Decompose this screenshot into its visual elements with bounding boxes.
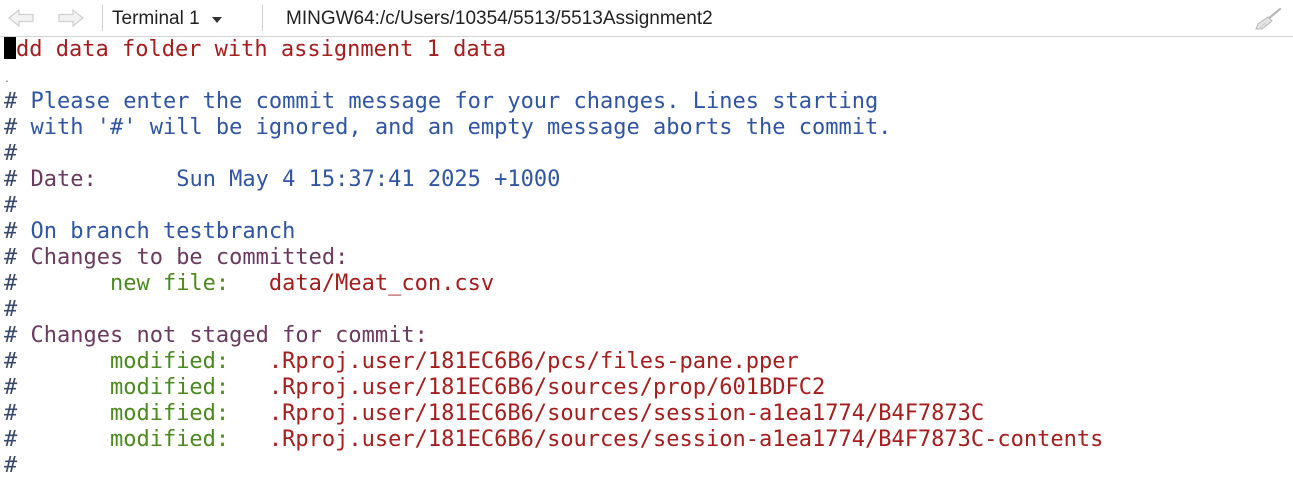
clear-terminal-button[interactable] (1253, 7, 1283, 31)
broom-icon (1255, 7, 1282, 30)
modified-file-line: # modified: .Rproj.user/181EC6B6/sources… (4, 375, 825, 401)
modified-label: modified: (17, 427, 269, 452)
terminal-path-title: MINGW64:/c/Users/10354/5513/5513Assignme… (286, 8, 713, 29)
comment-hash: # (4, 193, 18, 218)
modified-path: .Rproj.user/181EC6B6/sources/session-a1e… (268, 427, 1104, 452)
comment-line: # (4, 453, 17, 479)
comment-hash: # (4, 349, 18, 374)
text-cursor (4, 37, 16, 59)
back-button[interactable] (5, 6, 37, 30)
comment-hash: # (4, 115, 18, 140)
comment-line: # Please enter the commit message for yo… (4, 89, 878, 115)
arrow-left-icon (8, 8, 34, 28)
modified-file-line: # modified: .Rproj.user/181EC6B6/sources… (4, 401, 984, 427)
forward-button[interactable] (55, 6, 87, 30)
date-value: Sun May 4 15:37:41 2025 +1000 (176, 167, 561, 192)
modified-file-line: # modified: .Rproj.user/181EC6B6/pcs/fil… (4, 349, 799, 375)
commit-subject: dd data folder with assignment 1 data (16, 37, 507, 62)
terminal-selector[interactable]: Terminal 1 (112, 6, 222, 32)
modified-path: .Rproj.user/181EC6B6/sources/prop/601BDF… (268, 375, 826, 400)
branch-line: # On branch testbranch (4, 219, 295, 245)
modified-file-line: # modified: .Rproj.user/181EC6B6/sources… (4, 427, 1103, 453)
unstaged-header: Changes not staged for commit: (17, 323, 428, 348)
chevron-down-icon (211, 17, 222, 23)
comment-hash: # (4, 401, 18, 426)
terminal-editor[interactable]: dd data folder with assignment 1 data . … (0, 37, 1293, 488)
arrow-right-icon (58, 8, 84, 28)
date-label: Date: (17, 167, 177, 192)
comment-hash: # (4, 297, 18, 322)
toolbar-divider (102, 5, 103, 31)
branch-text: On branch testbranch (17, 219, 296, 244)
comment-hash: # (4, 323, 18, 348)
modified-path: .Rproj.user/181EC6B6/sources/session-a1e… (268, 401, 985, 426)
comment-hash: # (4, 167, 18, 192)
comment-hash: # (4, 219, 18, 244)
new-file-label: new file: (17, 271, 269, 296)
toolbar-divider (262, 5, 263, 31)
comment-hash: # (4, 375, 18, 400)
modified-label: modified: (17, 349, 269, 374)
comment-hash: # (4, 141, 18, 166)
terminal-toolbar: Terminal 1 MINGW64:/c/Users/10354/5513/5… (0, 0, 1293, 37)
comment-hash: # (4, 453, 18, 478)
comment-line: # (4, 193, 17, 219)
comment-text: Please enter the commit message for your… (17, 89, 879, 114)
comment-text: with '#' will be ignored, and an empty m… (17, 115, 892, 140)
comment-line: # with '#' will be ignored, and an empty… (4, 115, 891, 141)
unstaged-header-line: # Changes not staged for commit: (4, 323, 428, 349)
modified-path: .Rproj.user/181EC6B6/pcs/files-pane.pper (268, 349, 799, 374)
comment-line: # (4, 297, 17, 323)
staged-header-line: # Changes to be committed: (4, 245, 348, 271)
date-line: # Date: Sun May 4 15:37:41 2025 +1000 (4, 167, 560, 193)
terminal-selector-label: Terminal 1 (112, 8, 200, 29)
comment-hash: # (4, 245, 18, 270)
modified-label: modified: (17, 375, 269, 400)
comment-hash: # (4, 271, 18, 296)
new-file-line: # new file: data/Meat_con.csv (4, 271, 494, 297)
commit-subject-line: dd data folder with assignment 1 data (4, 37, 506, 63)
new-file-path: data/Meat_con.csv (268, 271, 495, 296)
modified-label: modified: (17, 401, 269, 426)
comment-hash: # (4, 427, 18, 452)
staged-header: Changes to be committed: (17, 245, 349, 270)
comment-line: # (4, 141, 17, 167)
comment-hash: # (4, 89, 18, 114)
